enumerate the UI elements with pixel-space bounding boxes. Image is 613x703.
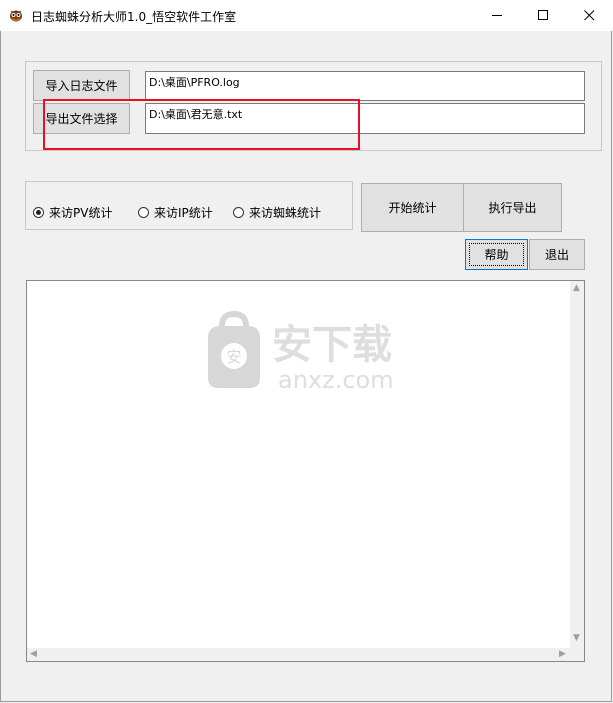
horizontal-scrollbar[interactable]: ◀ ▶ [27, 648, 584, 661]
execute-export-button[interactable]: 执行导出 [463, 183, 562, 232]
minimize-button[interactable] [475, 0, 521, 31]
import-log-label: 导入日志文件 [45, 79, 118, 93]
radio-spider-label: 来访蜘蛛统计 [249, 206, 322, 220]
vertical-scrollbar[interactable]: ▲ ▼ [570, 281, 584, 648]
watermark-logo: 安 安下载 anxz.com [198, 308, 413, 394]
import-path-value: D:\桌面\PFRO.log [149, 76, 240, 89]
maximize-icon [538, 10, 548, 20]
exit-label: 退出 [544, 248, 569, 262]
watermark-en-text: anxz.com [278, 366, 394, 393]
export-path-field[interactable]: D:\桌面\君无意.txt [145, 103, 585, 134]
watermark-cn-text: 安下载 [272, 322, 392, 368]
help-button[interactable]: 帮助 [465, 239, 528, 270]
focus-ring [469, 243, 524, 266]
title-bar: 日志蜘蛛分析大师1.0_悟空软件工作室 [0, 0, 613, 31]
radio-spider[interactable]: 来访蜘蛛统计 [233, 204, 321, 221]
radio-pv[interactable]: 来访PV统计 [33, 204, 112, 221]
radio-pv-indicator [33, 207, 44, 218]
scroll-right-icon[interactable]: ▶ [559, 649, 566, 659]
app-spider-icon [8, 7, 24, 23]
import-path-field[interactable]: D:\桌面\PFRO.log [145, 71, 585, 101]
radio-pv-label: 来访PV统计 [49, 206, 113, 220]
close-button[interactable] [567, 0, 613, 31]
export-path-value: D:\桌面\君无意.txt [149, 108, 243, 121]
radio-spider-indicator [233, 207, 244, 218]
close-icon [584, 10, 595, 21]
maximize-button[interactable] [521, 0, 567, 31]
scroll-down-icon[interactable]: ▼ [573, 633, 580, 643]
execute-export-label: 执行导出 [488, 201, 537, 215]
scroll-up-icon[interactable]: ▲ [573, 283, 580, 293]
radio-ip[interactable]: 来访IP统计 [138, 204, 213, 221]
svg-text:安: 安 [226, 348, 241, 366]
scroll-left-icon[interactable]: ◀ [30, 649, 37, 659]
radio-ip-label: 来访IP统计 [154, 206, 213, 220]
radio-ip-indicator [138, 207, 149, 218]
export-file-button[interactable]: 导出文件选择 [33, 103, 130, 134]
export-file-label: 导出文件选择 [45, 112, 118, 126]
minimize-icon [492, 15, 502, 16]
window-title: 日志蜘蛛分析大师1.0_悟空软件工作室 [31, 10, 237, 24]
exit-button[interactable]: 退出 [529, 239, 585, 270]
start-stats-label: 开始统计 [388, 201, 437, 215]
start-stats-button[interactable]: 开始统计 [361, 183, 464, 232]
import-log-button[interactable]: 导入日志文件 [33, 70, 130, 101]
